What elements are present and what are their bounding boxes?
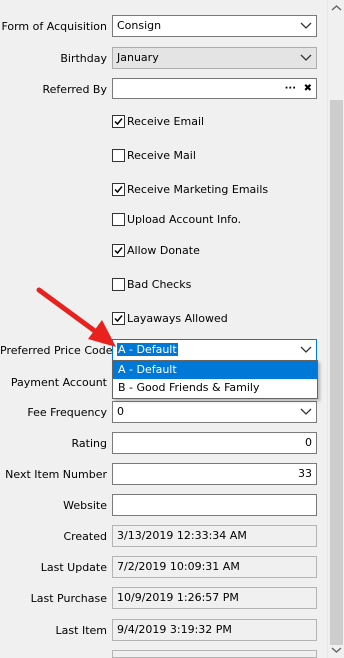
red-arrow-annotation xyxy=(36,287,116,347)
